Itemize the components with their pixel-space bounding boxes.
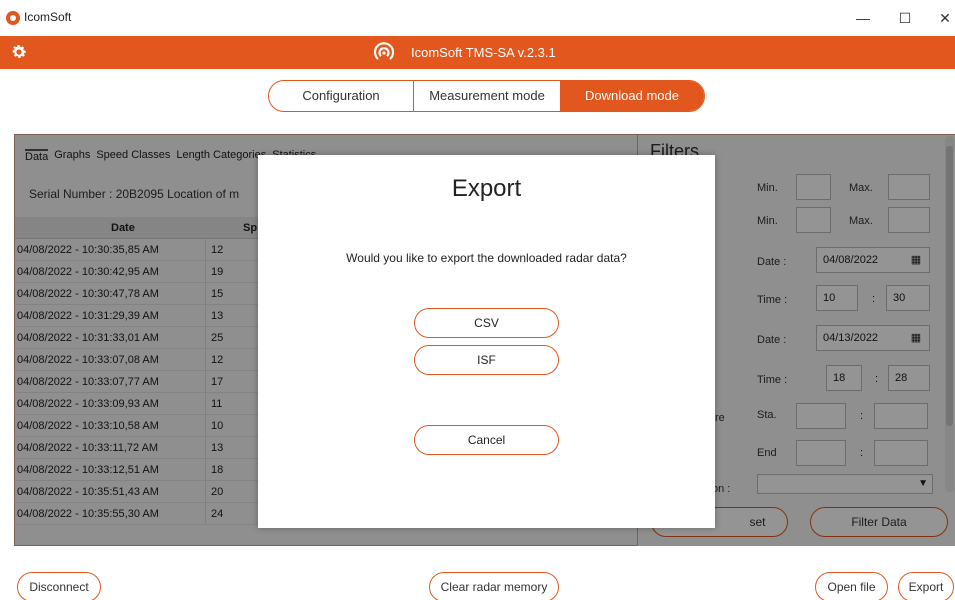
tab-download-mode[interactable]: Download mode <box>560 81 704 111</box>
brand-logo-icon <box>373 42 395 60</box>
app-logo-icon <box>6 11 20 25</box>
close-button[interactable]: ✕ <box>930 6 955 30</box>
app-brand-title: IcomSoft TMS-SA v.2.3.1 <box>411 45 556 60</box>
cancel-button[interactable]: Cancel <box>414 425 559 455</box>
mode-switcher: Configuration Measurement mode Download … <box>268 80 705 112</box>
clear-radar-memory-button[interactable]: Clear radar memory <box>429 572 559 600</box>
maximize-button[interactable]: ☐ <box>890 6 920 30</box>
export-dialog: Export Would you like to export the down… <box>258 155 715 528</box>
export-button[interactable]: Export <box>898 572 954 600</box>
dialog-message: Would you like to export the downloaded … <box>346 251 627 265</box>
disconnect-button[interactable]: Disconnect <box>17 572 101 600</box>
window-titlebar: IcomSoft — ☐ ✕ <box>0 0 955 36</box>
dialog-title: Export <box>451 175 522 202</box>
export-csv-button[interactable]: CSV <box>414 308 559 338</box>
tab-configuration[interactable]: Configuration <box>269 81 414 111</box>
window-title: IcomSoft <box>24 10 72 24</box>
open-file-button[interactable]: Open file <box>815 572 888 600</box>
tab-measurement-mode[interactable]: Measurement mode <box>414 81 560 111</box>
export-isf-button[interactable]: ISF <box>414 345 559 375</box>
minimize-button[interactable]: — <box>848 6 878 30</box>
app-header: IcomSoft TMS-SA v.2.3.1 <box>0 36 955 69</box>
gear-icon[interactable] <box>10 43 28 61</box>
